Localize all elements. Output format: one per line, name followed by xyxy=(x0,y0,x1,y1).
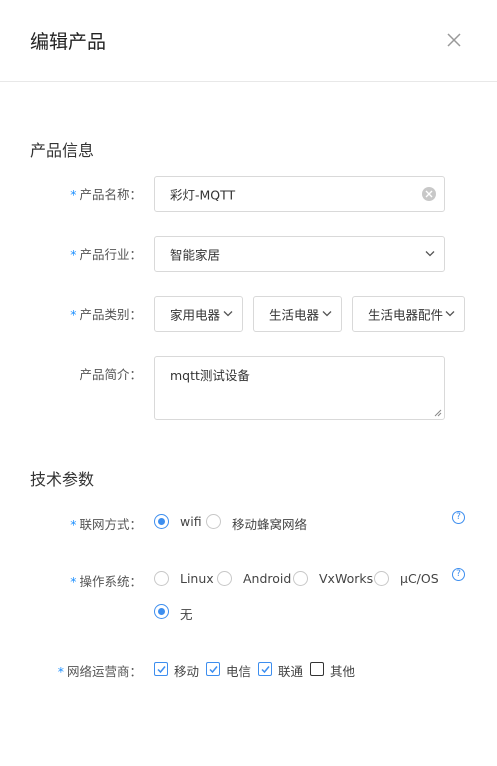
check-icon xyxy=(157,666,166,674)
checkbox-carrier-other[interactable] xyxy=(310,662,324,676)
section-title-tech-params: 技术参数 xyxy=(30,470,95,489)
radio-os-ucos-label: μC/OS xyxy=(400,571,439,586)
required-mark: * xyxy=(70,247,77,262)
checkbox-carrier-telecom-label: 电信 xyxy=(226,664,252,679)
help-icon[interactable]: ? xyxy=(452,511,465,524)
radio-network-wifi-label: wifi xyxy=(180,514,202,529)
radio-os-android[interactable] xyxy=(217,571,232,586)
dialog-header: 编辑产品 xyxy=(0,0,497,82)
radio-network-wifi[interactable] xyxy=(154,514,169,529)
product-name-input[interactable]: 彩灯-MQTT xyxy=(154,176,445,212)
network-label: * 联网方式： xyxy=(70,517,142,532)
radio-network-cellular-label: 移动蜂窝网络 xyxy=(232,517,308,532)
check-icon xyxy=(261,666,270,674)
product-description-textarea[interactable]: mqtt测试设备 xyxy=(154,356,445,420)
product-name-label: * 产品名称： xyxy=(70,187,142,202)
checkbox-carrier-unicom[interactable] xyxy=(258,662,272,676)
product-industry-select[interactable]: 智能家居 xyxy=(154,236,445,272)
radio-os-vxworks-label: VxWorks xyxy=(319,571,374,586)
required-mark: * xyxy=(57,664,64,679)
checkbox-carrier-other-label: 其他 xyxy=(330,664,356,679)
radio-os-none-label: 无 xyxy=(180,607,193,622)
chevron-down-icon xyxy=(445,311,455,317)
required-mark: * xyxy=(70,574,77,589)
chevron-down-icon xyxy=(322,311,332,317)
clear-icon[interactable] xyxy=(422,187,436,201)
dialog-title: 编辑产品 xyxy=(30,31,107,53)
radio-os-android-label: Android xyxy=(243,571,292,586)
checkbox-carrier-mobile-label: 移动 xyxy=(174,664,200,679)
resize-handle-icon[interactable] xyxy=(434,409,442,417)
required-mark: * xyxy=(70,517,77,532)
product-description-value: mqtt测试设备 xyxy=(170,368,250,383)
product-industry-value: 智能家居 xyxy=(170,247,221,263)
category-level2-select[interactable]: 生活电器 xyxy=(253,296,342,332)
radio-os-linux-label: Linux xyxy=(180,571,214,586)
product-name-value: 彩灯-MQTT xyxy=(170,187,236,203)
category-level3-value: 生活电器配件 xyxy=(368,307,444,323)
product-industry-label: * 产品行业： xyxy=(70,247,142,262)
category-level1-select[interactable]: 家用电器 xyxy=(154,296,243,332)
carrier-label: * 网络运营商： xyxy=(57,664,142,679)
radio-os-vxworks[interactable] xyxy=(293,571,308,586)
product-category-label: * 产品类别： xyxy=(70,307,142,322)
checkbox-carrier-mobile[interactable] xyxy=(154,662,168,676)
section-title-product-info: 产品信息 xyxy=(30,141,95,160)
required-mark: * xyxy=(70,307,77,322)
chevron-down-icon xyxy=(425,251,435,257)
help-icon[interactable]: ? xyxy=(452,568,465,581)
radio-network-cellular[interactable] xyxy=(206,514,221,529)
close-icon[interactable] xyxy=(444,30,464,50)
radio-os-none[interactable] xyxy=(154,604,169,619)
product-description-label: 产品简介： xyxy=(79,367,142,382)
radio-os-ucos[interactable] xyxy=(374,571,389,586)
category-level2-value: 生活电器 xyxy=(269,307,320,323)
check-icon xyxy=(209,666,218,674)
os-label: * 操作系统： xyxy=(70,574,142,589)
category-level3-select[interactable]: 生活电器配件 xyxy=(352,296,465,332)
radio-os-linux[interactable] xyxy=(154,571,169,586)
category-level1-value: 家用电器 xyxy=(170,307,221,323)
checkbox-carrier-telecom[interactable] xyxy=(206,662,220,676)
chevron-down-icon xyxy=(223,311,233,317)
checkbox-carrier-unicom-label: 联通 xyxy=(278,664,304,679)
required-mark: * xyxy=(70,187,77,202)
